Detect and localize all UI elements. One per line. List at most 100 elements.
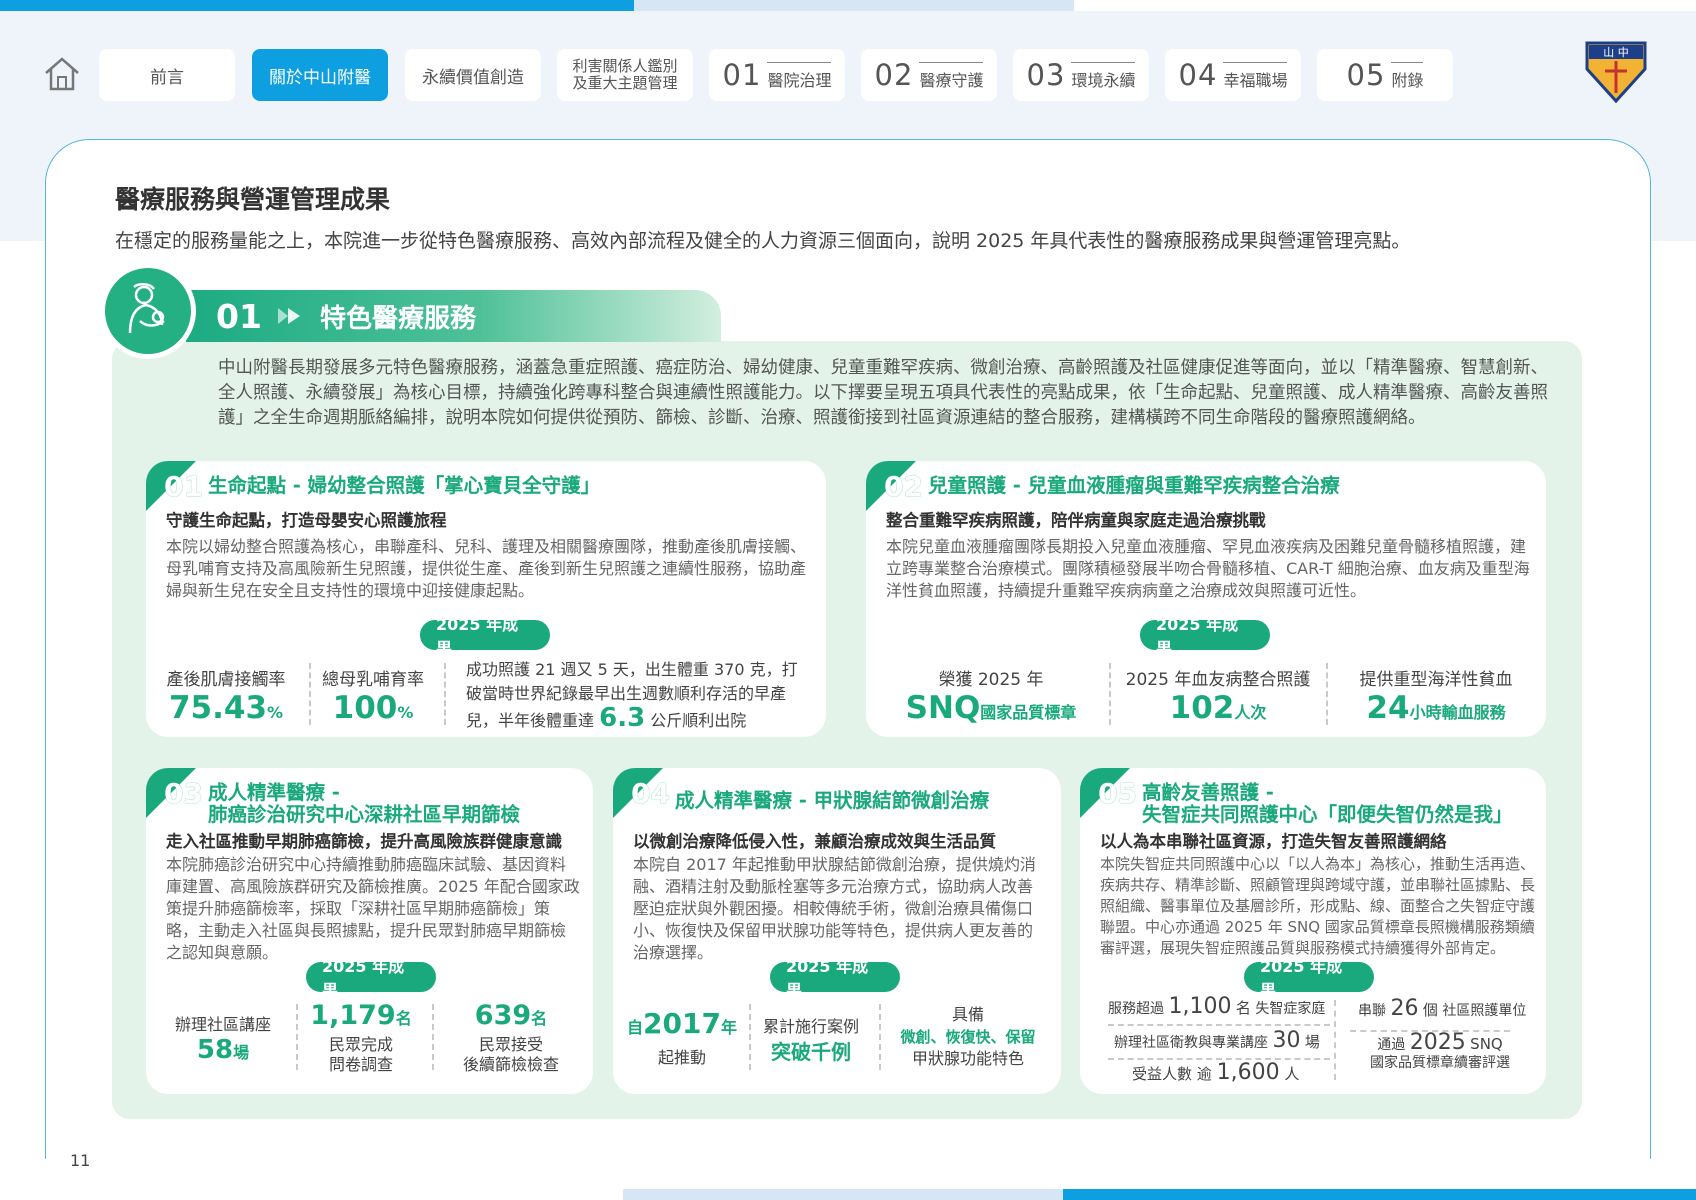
stat-unit: 國家品質標章 — [980, 703, 1077, 722]
stat-unit: 人次 — [1234, 703, 1267, 722]
card-body: 本院肺癌診治研究中心持續推動肺癌臨床試驗、基因資料庫建置、高風險族群研究及篩檢推… — [166, 855, 580, 962]
stat-unit: 場 — [233, 1043, 250, 1062]
nav-governance[interactable]: 01 醫院治理 — [709, 49, 845, 101]
nav-num: 02 — [874, 58, 914, 92]
stat-unit: 名 — [531, 1009, 548, 1028]
top-accent-bar — [0, 0, 634, 11]
nav-stakeholder[interactable]: 利害關係人鑑別 及重大主題管理 — [557, 49, 693, 101]
stat-screening: 639名 民眾接受 後續篩檢檢查 — [436, 1000, 586, 1075]
card-number: 02 — [884, 470, 923, 503]
highlight-card-3: 03 成人精準醫療 - 肺癌診治研究中心深耕社區早期篩檢 走入社區推動早期肺癌篩檢… — [146, 768, 593, 1094]
result-badge: 2025 年成果 — [770, 957, 900, 1000]
stat-unit: 場 — [1304, 1033, 1320, 1051]
stat-label: 甲狀腺功能特色 — [911, 1049, 1024, 1068]
stat-value: SNQ — [905, 690, 981, 726]
nav-about[interactable]: 關於中山附醫 — [252, 49, 388, 101]
divider — [749, 1004, 751, 1070]
stat-label: 2025 年血友病整合照護 — [1125, 670, 1311, 690]
nav-workplace[interactable]: 04 幸福職場 — [1165, 49, 1301, 101]
divider — [879, 1004, 881, 1070]
nav-appendix[interactable]: 05 附錄 — [1317, 49, 1453, 101]
stat-hemophilia: 2025 年血友病整合照護 102人次 — [1118, 665, 1318, 731]
card-title: 生命起點 - 婦幼整合照護「掌心寶貝全守護」 — [208, 474, 601, 497]
nav-medical-care[interactable]: 02 醫療守護 — [861, 49, 997, 101]
stat-survey: 1,179名 民眾完成 問卷調查 — [298, 1000, 424, 1075]
stat-label: 服務超過 — [1108, 1001, 1164, 1017]
stat-label: 辦理社區講座 — [174, 1015, 271, 1034]
result-badge: 2025 年成果 — [1140, 615, 1270, 658]
stat-label: 總母乳哺育率 — [322, 670, 424, 690]
section-title: 特色醫療服務 — [319, 303, 476, 334]
section-number: 01 — [216, 296, 262, 336]
bottom-accent-bar — [1063, 1189, 1696, 1200]
stat-preemie: 成功照護 21 週又 5 天，出生體重 370 克，打破當時世界紀錄最早出生週數… — [466, 658, 811, 733]
nav-environment[interactable]: 03 環境永續 — [1013, 49, 1149, 101]
result-badge: 2025 年成果 — [420, 615, 550, 658]
page-number: 11 — [70, 1151, 91, 1170]
stat-text: 公斤順利出院 — [650, 711, 747, 730]
highlight-card-1: 01 生命起點 - 婦幼整合照護「掌心寶貝全守護」 守護生命起點，打造母嬰安心照… — [146, 461, 826, 737]
stat-lectures: 辦理社區講座 58場 — [168, 1011, 278, 1068]
nav-value-creation[interactable]: 永續價值創造 — [405, 49, 541, 101]
stat-value: 58 — [196, 1035, 234, 1065]
play-arrows-icon — [277, 308, 300, 324]
top-accent-bar-light — [634, 0, 1074, 11]
mother-child-icon — [100, 263, 196, 359]
card-title: 成人精準醫療 - 肺癌診治研究中心深耕社區早期篩檢 — [208, 782, 520, 826]
nav-label: 環境永續 — [1071, 61, 1136, 91]
nav-label-line1: 利害關係人鑑別 — [572, 57, 678, 75]
stat-unit: 個 — [1422, 1001, 1438, 1019]
stat-label: 產後肌膚接觸率 — [166, 670, 286, 690]
svg-text:山 中: 山 中 — [1603, 46, 1629, 59]
section-header: 01 特色醫療服務 — [186, 290, 721, 342]
divider — [1109, 663, 1111, 725]
highlight-card-4: 04 成人精準醫療 - 甲狀腺結節微創治療 以微創治療降低侵入性，兼顧治療成效與… — [613, 768, 1061, 1094]
stat-value: 639 — [474, 1000, 532, 1031]
nav-preface[interactable]: 前言 — [99, 49, 235, 101]
stat-skin-contact: 產後肌膚接觸率 75.43% — [160, 665, 292, 731]
stat-beneficiaries: 受益人數 逾 1,600 人 — [1132, 1060, 1299, 1085]
stat-cases: 累計施行案例 突破千例 — [753, 1013, 869, 1067]
stat-label: 起推動 — [657, 1048, 706, 1067]
stat-lectures: 辦理社區衛教與專業講座 30 場 — [1114, 1028, 1320, 1053]
card-subtitle: 守護生命起點，打造母嬰安心照護旅程 — [166, 511, 447, 530]
stat-value: 微創、恢復快、保留 — [900, 1028, 1036, 1046]
stat-snq-renewal: 通過 2025 SNQ 國家品質標章續審評選 — [1350, 1032, 1530, 1072]
stat-snq: 榮獲 2025 年 SNQ國家品質標章 — [896, 665, 1086, 731]
hospital-logo: 山 中 — [1583, 37, 1649, 105]
stat-label: 提供重型海洋性貧血 — [1359, 670, 1513, 690]
stat-unit: 名 — [1235, 999, 1251, 1017]
stat-value: 100 — [332, 690, 398, 726]
card-body: 本院以婦幼整合照護為核心，串聯產科、兒科、護理及相關醫療團隊，推動產後肌膚接觸、… — [166, 537, 807, 600]
page-title: 醫療服務與營運管理成果 — [115, 185, 391, 214]
stat-since: 自2017年 起推動 — [627, 1008, 737, 1068]
stat-unit: 名 — [395, 1009, 412, 1028]
bottom-accent-bar-light — [623, 1189, 1063, 1200]
card-body: 本院失智症共同照護中心以「以人為本」為核心，推動生活再造、疾病共存、精準診斷、照… — [1100, 855, 1536, 957]
nav-num: 04 — [1178, 58, 1218, 92]
stat-features: 具備 微創、恢復快、保留 甲狀腺功能特色 — [883, 1004, 1053, 1070]
highlight-card-5: 05 高齡友善照護 - 失智症共同照護中心「即便失智仍然是我」 以人為本串聯社區資… — [1080, 768, 1546, 1094]
stat-value: 突破千例 — [771, 1040, 851, 1064]
nav-label-line2: 及重大主題管理 — [572, 74, 678, 92]
stat-value: 1,179 — [310, 1000, 396, 1031]
stat-value: 30 — [1272, 1028, 1301, 1053]
stat-unit: % — [397, 703, 414, 722]
stat-label: 後續篩檢檢查 — [462, 1055, 559, 1074]
nav-label: 幸福職場 — [1223, 61, 1288, 91]
stat-label: 問卷調查 — [328, 1055, 393, 1074]
stat-unit: 年 — [720, 1018, 737, 1037]
home-icon[interactable] — [40, 52, 84, 96]
nav-label: 附錄 — [1391, 61, 1424, 91]
stat-label: 榮獲 2025 年 — [938, 670, 1044, 690]
stat-unit: 逾 — [1196, 1065, 1212, 1083]
stat-families: 服務超過 1,100 名 失智症家庭 — [1108, 994, 1326, 1019]
card-number: 01 — [164, 470, 203, 503]
stat-label: 民眾完成 — [328, 1035, 393, 1054]
card-body: 本院自 2017 年起推動甲狀腺結節微創治療，提供燒灼消融、酒精注射及動脈栓塞等… — [633, 855, 1036, 962]
divider — [1334, 1000, 1336, 1080]
divider — [309, 663, 311, 725]
stat-value: 1,600 — [1216, 1060, 1280, 1085]
nav-label: 關於中山附醫 — [269, 67, 371, 88]
divider — [1108, 1024, 1330, 1026]
